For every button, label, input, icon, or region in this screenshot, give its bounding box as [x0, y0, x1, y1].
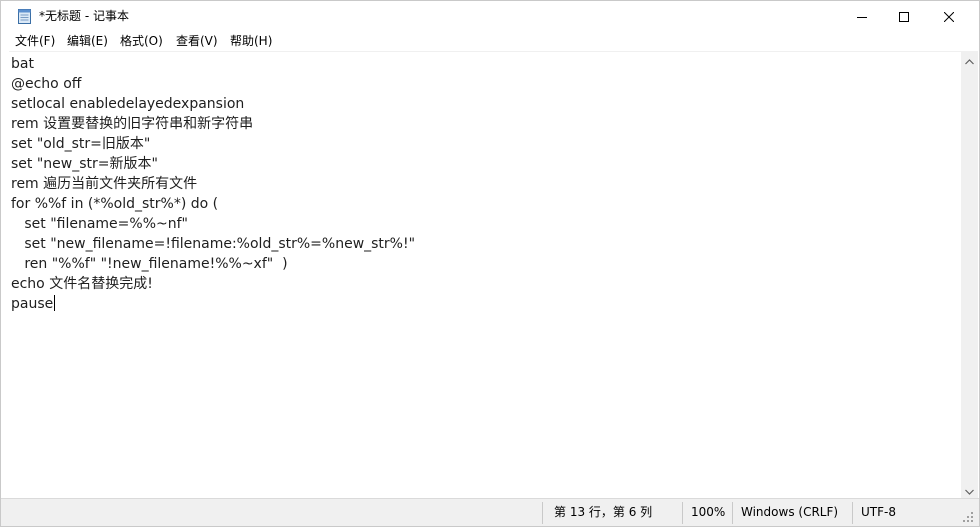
zoom-level: 100% — [691, 505, 726, 519]
editor-line: echo 文件名替换完成! — [11, 276, 153, 292]
editor-line-current: pause — [11, 294, 56, 314]
editor-line: rem 遍历当前文件夹所有文件 — [11, 176, 198, 192]
notepad-icon — [17, 8, 32, 24]
editor-line: setlocal enabledelayedexpansion — [11, 96, 245, 112]
editor-line: for %%f in (*%old_str%*) do ( — [11, 196, 219, 212]
status-bar: 第 13 行，第 6 列 100% Windows (CRLF) UTF-8 — [1, 498, 979, 526]
menu-edit[interactable]: 编辑(E) — [67, 33, 108, 49]
encoding: UTF-8 — [861, 505, 896, 519]
status-separator — [732, 502, 733, 524]
status-separator — [852, 502, 853, 524]
cursor-position: 第 13 行，第 6 列 — [554, 505, 653, 519]
window-title: *无标题 - 记事本 — [39, 9, 129, 23]
scroll-up-button[interactable] — [961, 51, 978, 68]
editor-line-text: pause — [11, 296, 54, 312]
status-separator — [682, 502, 683, 524]
editor-line: set "old_str=旧版本" — [11, 136, 151, 152]
minimize-button[interactable] — [839, 1, 885, 31]
title-bar[interactable]: *无标题 - 记事本 — [1, 1, 979, 31]
resize-grip-icon[interactable] — [961, 509, 975, 523]
text-caret — [54, 295, 56, 311]
close-icon — [943, 7, 955, 26]
menu-file[interactable]: 文件(F) — [15, 33, 55, 49]
maximize-button[interactable] — [881, 1, 927, 31]
menu-help[interactable]: 帮助(H) — [230, 33, 272, 49]
editor-line: set "filename=%%~nf" — [11, 216, 188, 232]
close-button[interactable] — [926, 1, 972, 31]
editor-line: @echo off — [11, 76, 82, 92]
vertical-scrollbar[interactable] — [961, 51, 978, 498]
editor-line: rem 设置要替换的旧字符串和新字符串 — [11, 116, 254, 132]
menu-view[interactable]: 查看(V) — [176, 33, 218, 49]
menu-bar: 文件(F) 编辑(E) 格式(O) 查看(V) 帮助(H) — [1, 31, 979, 51]
editor-line: set "new_filename=!filename:%old_str%=%n… — [11, 236, 416, 252]
line-ending: Windows (CRLF) — [741, 505, 839, 519]
status-separator — [542, 502, 543, 524]
editor-line: ren "%%f" "!new_filename!%%~xf" ) — [11, 256, 288, 272]
chevron-down-icon — [965, 480, 974, 499]
chevron-up-icon — [965, 50, 974, 69]
text-editor[interactable]: bat @echo off setlocal enabledelayedexpa… — [9, 51, 961, 498]
notepad-window: *无标题 - 记事本 文件(F) 编辑(E) 格式(O) 查看(V) 帮助(H)… — [0, 0, 980, 527]
scroll-down-button[interactable] — [961, 481, 978, 498]
editor-line: bat — [11, 56, 34, 72]
editor-line: set "new_str=新版本" — [11, 156, 158, 172]
maximize-icon — [899, 7, 909, 26]
minimize-icon — [857, 7, 867, 26]
menu-format[interactable]: 格式(O) — [120, 33, 163, 49]
